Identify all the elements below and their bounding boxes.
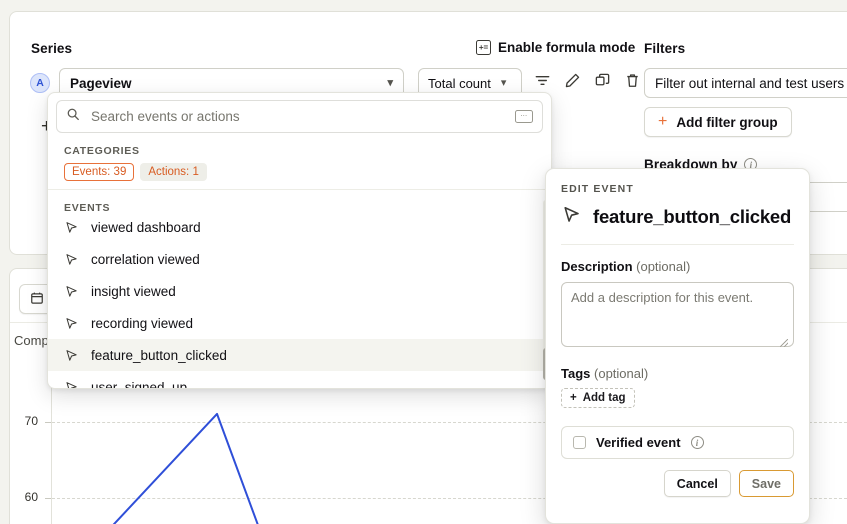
event-list: viewed dashboard correlation viewed insigh… [48,211,551,389]
edit-event-popover: EDIT EVENT feature_button_clicked Descri… [545,168,810,524]
plus-icon: + [570,392,577,404]
category-chip-row: Events: 39 Actions: 1 [48,163,551,189]
cancel-button[interactable]: Cancel [663,470,731,497]
app-root: Series A Pageview ▾ Total count ▾ += Ena… [0,0,847,524]
event-cursor-icon [561,204,582,230]
formula-icon: += [476,40,491,55]
enable-formula-mode-button[interactable]: += Enable formula mode [476,40,635,55]
filters-heading: Filters [644,41,686,56]
search-icon [66,107,80,126]
add-tag-button[interactable]: + Add tag [561,388,635,408]
event-list-item[interactable]: user_signed_up [48,371,551,389]
event-list-item[interactable]: viewed dashboard [48,211,551,243]
event-list-item-label: insight viewed [91,283,176,299]
chevron-down-icon: ▾ [387,76,393,89]
trash-icon[interactable] [624,72,641,89]
event-cursor-icon [64,348,79,363]
save-button[interactable]: Save [738,470,794,497]
calendar-icon [30,291,44,308]
series-letter-badge: A [30,73,50,93]
categories-heading: CATEGORIES [64,145,140,157]
event-cursor-icon [64,380,79,388]
description-optional: (optional) [636,259,691,274]
event-picker-popover: ⋯ CATEGORIES Events: 39Actions: 1 EVENTS… [47,92,552,389]
tags-label-text: Tags [561,366,591,381]
event-list-item[interactable]: recording viewed [48,307,551,339]
add-filter-group-label: Add filter group [676,114,778,130]
series-action-icons [534,72,641,89]
pencil-icon[interactable] [564,72,581,89]
event-list-item-label: correlation viewed [91,251,200,267]
add-tag-label: Add tag [582,392,626,404]
search-input[interactable] [89,108,506,125]
series-math-value: Total count [428,75,491,91]
event-list-item-label: user_signed_up [91,379,188,389]
tags-label: Tags (optional) [561,366,794,381]
plus-icon: + [658,113,668,130]
event-list-item-label: viewed dashboard [91,219,201,235]
info-icon[interactable]: i [690,436,704,449]
verified-event-row: Verified event i [561,426,794,459]
event-cursor-icon [64,284,79,299]
event-list-item[interactable]: feature_button_clicked [48,339,551,371]
keyboard-icon: ⋯ [515,110,533,123]
duplicate-icon[interactable] [594,72,611,89]
edit-event-eyebrow: EDIT EVENT [561,183,634,195]
chevron-down-icon: ▾ [500,76,507,89]
description-textarea[interactable] [561,282,794,347]
event-cursor-icon [64,316,79,331]
event-list-item-label: recording viewed [91,315,194,331]
add-filter-group-button[interactable]: + Add filter group [644,107,792,137]
compare-to-label: Comp [14,333,49,348]
category-chip[interactable]: Actions: 1 [140,163,207,181]
edit-event-title: feature_button_clicked [593,206,792,227]
category-chip[interactable]: Events: 39 [64,163,135,181]
verified-event-label: Verified event [596,435,681,450]
chart-line-series [112,412,259,524]
description-label: Description (optional) [561,259,794,274]
series-heading: Series [31,41,73,56]
event-cursor-icon [64,252,79,267]
formula-mode-label: Enable formula mode [498,40,636,55]
test-accounts-filter[interactable]: Filter out internal and test users ⚙ [644,68,847,98]
series-event-value: Pageview [70,75,132,91]
event-list-item[interactable]: correlation viewed [48,243,551,275]
event-list-item[interactable]: insight viewed [48,275,551,307]
search-bar: ⋯ [56,100,543,133]
verified-event-checkbox[interactable] [573,436,586,449]
description-label-text: Description [561,259,633,274]
edit-event-actions: Cancel Save [561,470,794,497]
tags-optional: (optional) [594,366,649,381]
edit-event-title-row: feature_button_clicked [561,204,794,230]
event-cursor-icon [64,220,79,235]
edit-event-rule [561,244,794,245]
test-accounts-filter-label: Filter out internal and test users [655,75,845,91]
event-list-item-label: feature_button_clicked [91,347,227,363]
filter-icon[interactable] [534,72,551,89]
